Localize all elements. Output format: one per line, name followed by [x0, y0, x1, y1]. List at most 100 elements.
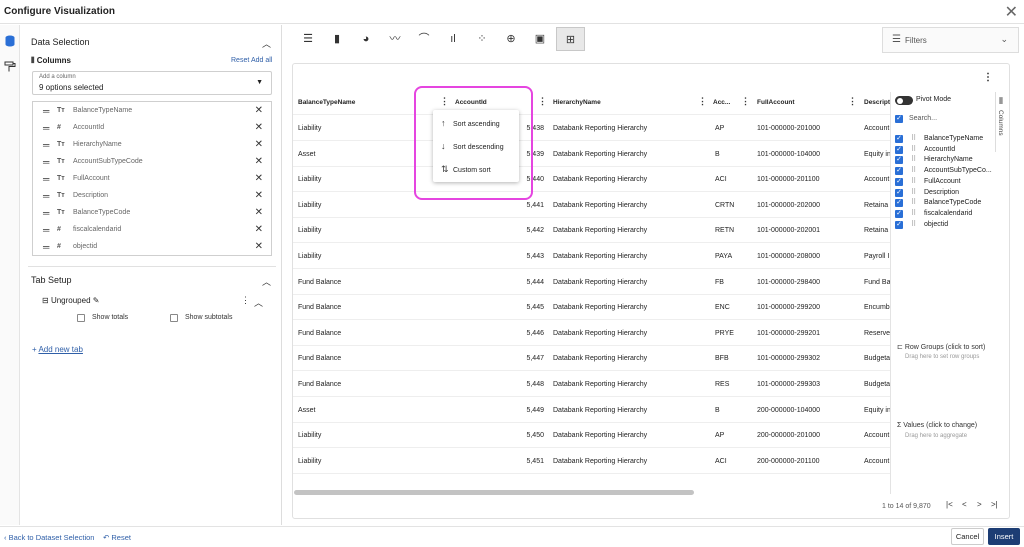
line-chart-icon[interactable]: 〰 — [382, 27, 408, 51]
remove-icon[interactable]: ✕ — [255, 241, 263, 252]
drag-handle-icon[interactable]: ═ — [43, 157, 49, 167]
type-icon: Tт — [57, 175, 65, 182]
drag-handle-icon[interactable]: ⠿ — [911, 166, 916, 174]
area-chart-icon[interactable]: ⌒ — [411, 27, 437, 51]
column-header[interactable]: BalanceTypeName — [298, 99, 355, 106]
column-menu-icon[interactable]: ⋮ — [698, 96, 707, 107]
drag-handle-icon[interactable]: ═ — [43, 208, 49, 218]
prev-page-icon[interactable]: < — [962, 500, 967, 509]
columns-side-tab[interactable]: ⦀ Columns — [995, 92, 1009, 152]
calendar-icon[interactable]: ▣ — [527, 27, 553, 51]
more-vert-icon[interactable]: ⋮ — [983, 72, 993, 83]
add-all-link[interactable]: Add all — [251, 57, 272, 64]
drag-handle-icon[interactable]: ═ — [43, 123, 49, 133]
remove-icon[interactable]: ✕ — [255, 105, 263, 116]
next-page-icon[interactable]: > — [977, 500, 982, 509]
row-divider — [293, 268, 890, 269]
remove-icon[interactable]: ✕ — [255, 139, 263, 150]
column-row[interactable]: ═ Tт HierarchyName ✕ — [33, 137, 271, 154]
column-row[interactable]: ═ Tт BalanceTypeCode ✕ — [33, 205, 271, 222]
column-checkbox[interactable]: ✓ — [895, 177, 903, 186]
column-menu-icon[interactable]: ⋮ — [741, 96, 750, 107]
column-checkbox[interactable]: ✓ — [895, 188, 903, 197]
first-page-icon[interactable]: |< — [946, 500, 953, 509]
column-row[interactable]: ═ Tт FullAccount ✕ — [33, 171, 271, 188]
table-icon[interactable]: ⊞ — [556, 27, 585, 51]
show-totals-checkbox[interactable] — [77, 314, 85, 322]
add-column-select[interactable]: Add a column 9 options selected ▼ — [32, 71, 272, 95]
column-row[interactable]: ═ # AccountId ✕ — [33, 120, 271, 137]
drag-handle-icon[interactable]: ═ — [43, 225, 49, 235]
pivot-mode-toggle[interactable] — [895, 96, 913, 105]
cancel-button[interactable]: Cancel — [951, 528, 984, 545]
drag-handle-icon[interactable]: ⠿ — [911, 177, 916, 185]
drag-handle-icon[interactable]: ═ — [43, 242, 49, 252]
globe-icon[interactable]: ⊕ — [498, 27, 524, 51]
column-search-input[interactable]: Search... — [909, 115, 937, 122]
column-checkbox[interactable]: ✓ — [895, 220, 903, 229]
column-row[interactable]: ═ Tт AccountSubTypeCode ✕ — [33, 154, 271, 171]
drag-handle-icon[interactable]: ⠿ — [911, 145, 916, 153]
pie-chart-icon[interactable]: ◕ — [353, 27, 379, 51]
filters-dropdown[interactable]: ☰ Filters ⌄ — [882, 27, 1019, 53]
column-header[interactable]: FullAccount — [757, 99, 795, 106]
insert-button[interactable]: Insert — [988, 528, 1020, 545]
drag-handle-icon[interactable]: ⠿ — [911, 198, 916, 206]
drag-handle-icon[interactable]: ═ — [43, 140, 49, 150]
column-row[interactable]: ═ # fiscalcalendarid ✕ — [33, 222, 271, 239]
pencil-icon[interactable]: ✎ — [93, 296, 100, 305]
bar-chart-icon[interactable]: ▮ — [324, 27, 350, 51]
column-header[interactable]: Descript — [864, 99, 890, 106]
select-all-checkbox[interactable]: ✓ — [895, 115, 903, 123]
chevron-up-icon[interactable]: ︿ — [254, 296, 263, 309]
column-menu-icon[interactable]: ⋮ — [848, 96, 857, 107]
paint-roller-icon[interactable] — [3, 61, 17, 75]
show-subtotals-checkbox[interactable] — [170, 314, 178, 322]
drag-handle-icon[interactable]: ⠿ — [911, 188, 916, 196]
filter-icon: ☰ — [892, 34, 901, 45]
column-checkbox[interactable]: ✓ — [895, 167, 903, 176]
row-groups-zone[interactable]: ⊏ Row Groups (click to sort) — [897, 343, 985, 351]
remove-icon[interactable]: ✕ — [255, 224, 263, 235]
column-row[interactable]: ═ Tт Description ✕ — [33, 188, 271, 205]
remove-icon[interactable]: ✕ — [255, 156, 263, 167]
chevron-up-icon[interactable]: ︿ — [262, 275, 271, 288]
reset-button[interactable]: ↶ Reset — [103, 533, 131, 542]
column-menu-icon[interactable]: ⋮ — [538, 96, 547, 107]
combo-chart-icon[interactable]: ıl — [440, 27, 466, 51]
column-checkbox[interactable]: ✓ — [895, 209, 903, 218]
remove-icon[interactable]: ✕ — [255, 173, 263, 184]
column-header[interactable]: Acc... — [713, 99, 730, 106]
scatter-chart-icon[interactable]: ⁘ — [469, 27, 495, 51]
remove-icon[interactable]: ✕ — [255, 207, 263, 218]
database-icon[interactable] — [3, 35, 17, 49]
column-checkbox[interactable]: ✓ — [895, 135, 903, 143]
drag-handle-icon[interactable]: ⠿ — [911, 220, 916, 228]
more-vert-icon[interactable]: ⋮ — [241, 295, 250, 306]
horizontal-bar-icon[interactable]: ☰ — [295, 27, 321, 51]
column-row[interactable]: ═ Tт BalanceTypeName ✕ — [33, 103, 271, 120]
horizontal-scrollbar[interactable] — [294, 490, 694, 495]
values-zone[interactable]: Σ Values (click to change) — [897, 422, 977, 429]
add-new-tab-button[interactable]: + Add new tab — [32, 345, 83, 354]
close-icon[interactable]: ✕ — [1005, 2, 1018, 22]
column-header[interactable]: HierarchyName — [553, 99, 601, 106]
drag-handle-icon[interactable]: ═ — [43, 106, 49, 116]
drag-handle-icon[interactable]: ═ — [43, 174, 49, 184]
table-cell: B — [715, 406, 720, 414]
column-row[interactable]: ═ # objectid ✕ — [33, 239, 271, 256]
drag-handle-icon[interactable]: ⠿ — [911, 134, 916, 142]
last-page-icon[interactable]: >| — [991, 500, 998, 509]
back-button[interactable]: ‹ Back to Dataset Selection — [4, 533, 94, 542]
chevron-up-icon[interactable]: ︿ — [262, 37, 271, 50]
tab-ungrouped[interactable]: ⊟ Ungrouped ✎ — [42, 296, 99, 305]
column-checkbox[interactable]: ✓ — [895, 199, 903, 208]
drag-handle-icon[interactable]: ⠿ — [911, 209, 916, 217]
remove-icon[interactable]: ✕ — [255, 122, 263, 133]
column-checkbox[interactable]: ✓ — [895, 156, 903, 165]
remove-icon[interactable]: ✕ — [255, 190, 263, 201]
drag-handle-icon[interactable]: ═ — [43, 191, 49, 201]
drag-handle-icon[interactable]: ⠿ — [911, 155, 916, 163]
column-checkbox[interactable]: ✓ — [895, 145, 903, 154]
reset-link[interactable]: Reset — [231, 57, 249, 64]
